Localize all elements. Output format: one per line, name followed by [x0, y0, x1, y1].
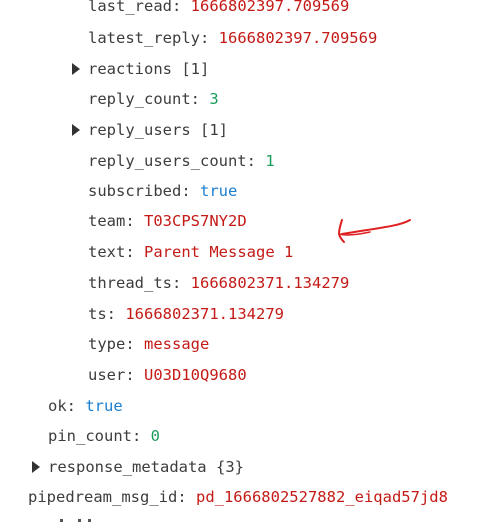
hand-drawn-arrow-icon [337, 219, 411, 243]
tree-row-ok: ok: true [48, 397, 123, 415]
string-value: 1666802371.134279 [190, 274, 350, 292]
key-label: thread_ts [88, 274, 172, 292]
key-label: pin_count [48, 427, 132, 445]
tree-row-pin-count: pin_count: 0 [48, 427, 161, 445]
key-label: reactions [88, 60, 172, 78]
caret-right-icon[interactable] [32, 461, 40, 473]
tree-row-reply-users[interactable]: reply_users [1] [72, 120, 228, 140]
key-label: reply_users [88, 121, 191, 139]
tree-row-team: team: T03CPS7NY2D [88, 212, 247, 230]
string-value: 1666802397.709569 [190, 0, 350, 15]
key-label: user [88, 366, 126, 384]
boolean-value: true [200, 182, 238, 200]
key-label: reply_users_count [88, 152, 247, 170]
key-label: last_read [88, 0, 172, 15]
string-value: 1666802371.134279 [125, 305, 284, 323]
object-count: {3} [215, 458, 244, 476]
tree-row-pipedream-msg-id: pipedream_msg_id: pd_1666802527882_eiqad… [28, 488, 448, 506]
json-tree-viewer: last_read: 1666802397.709569 latest_repl… [0, 0, 500, 522]
tree-row-type: type: message [88, 335, 210, 353]
tree-row-reply-users-count: reply_users_count: 1 [88, 152, 275, 170]
key-label: latest_reply [88, 29, 200, 47]
key-label: ts [88, 305, 107, 323]
tree-row-reactions[interactable]: reactions [1] [72, 59, 209, 79]
tree-row-thread-ts: thread_ts: 1666802371.134279 [88, 274, 350, 292]
string-value: pd_1666802527882_eiqad57jd8 [195, 488, 448, 506]
caret-right-icon[interactable] [72, 63, 80, 75]
string-value: U03D10Q9680 [144, 366, 247, 384]
tree-row-ts: ts: 1666802371.134279 [88, 305, 284, 323]
string-value: Parent Message 1 [144, 243, 294, 261]
number-value: 3 [209, 90, 219, 108]
caret-right-icon[interactable] [72, 124, 80, 136]
key-label: ok [48, 397, 67, 415]
key-label: type [88, 335, 126, 353]
tree-row-user: user: U03D10Q9680 [88, 366, 247, 384]
tree-row-last-read: last_read: 1666802397.709569 [88, 0, 349, 16]
tree-row-subscribed: subscribed: true [88, 182, 238, 200]
string-value: T03CPS7NY2D [144, 212, 247, 230]
key-label: reply_count [88, 90, 191, 108]
key-label: team [88, 212, 126, 230]
array-count: [1] [200, 121, 228, 139]
key-label: pipedream_msg_id [28, 488, 178, 506]
tree-row-response-metadata[interactable]: response_metadata {3} [32, 457, 244, 477]
key-label: response_metadata [48, 458, 207, 476]
key-label: text [88, 243, 126, 261]
string-value: message [144, 335, 210, 353]
tree-row-latest-reply: latest_reply: 1666802397.709569 [88, 29, 378, 47]
array-count: [1] [181, 60, 210, 78]
key-label: subscribed [88, 182, 182, 200]
cut-off-row-fragment [60, 518, 96, 522]
boolean-value: true [85, 397, 123, 415]
string-value: 1666802397.709569 [218, 29, 378, 47]
tree-row-text: text: Parent Message 1 [88, 243, 294, 261]
tree-row-reply-count: reply_count: 3 [88, 90, 219, 108]
number-value: 1 [265, 152, 275, 170]
number-value: 0 [150, 427, 161, 445]
